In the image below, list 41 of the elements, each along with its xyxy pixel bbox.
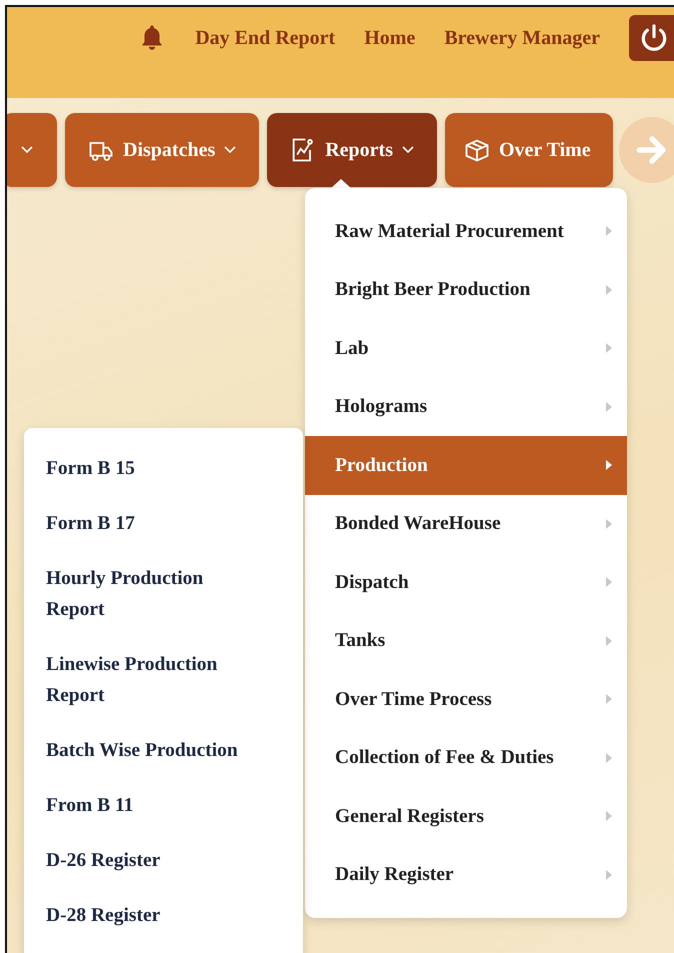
caret-right-icon	[605, 693, 613, 706]
submenu-item[interactable]: From B 11	[24, 778, 303, 833]
power-button[interactable]	[629, 15, 674, 61]
caret-right-icon	[605, 576, 613, 588]
submenu-item[interactable]: Linewise Production Report	[24, 637, 303, 723]
header-link[interactable]: Home	[364, 23, 416, 53]
caret-right-icon	[605, 400, 613, 413]
nav-tab[interactable]	[7, 113, 57, 187]
caret-right-icon	[605, 459, 613, 472]
caret-right-icon	[605, 225, 613, 238]
submenu-item[interactable]: D-28 Register	[24, 888, 303, 943]
menu-item[interactable]: Production	[305, 436, 627, 494]
menu-item[interactable]: Tanks	[305, 612, 627, 670]
header-link[interactable]: Day End Report	[195, 23, 336, 53]
menu-item[interactable]: Holograms	[305, 378, 627, 436]
menu-item[interactable]: Over Time Process	[305, 670, 627, 728]
submenu-item[interactable]: Form B 15	[24, 441, 303, 496]
caret-right-icon	[605, 810, 613, 822]
submenu-item[interactable]: Hourly Production Report	[24, 551, 303, 637]
menu-item[interactable]: Collection of Fee & Duties	[305, 728, 627, 787]
menu-item[interactable]: Bonded WareHouse	[305, 494, 627, 553]
nav-tab[interactable]: Dispatches	[65, 113, 260, 187]
menu-item[interactable]: Lab	[305, 319, 627, 378]
header-link[interactable]: Brewery Manager	[444, 23, 600, 53]
menu-item[interactable]: General Registers	[305, 787, 627, 846]
menu-item[interactable]: Raw Material Procurement	[305, 202, 627, 260]
caret-right-icon	[605, 284, 613, 296]
submenu-item[interactable]: D-26 Register	[24, 833, 303, 888]
nav-tab[interactable]: Over Time	[445, 113, 613, 187]
caret-right-icon	[605, 342, 613, 354]
submenu-item[interactable]: Batch Wise Production	[24, 723, 303, 778]
submenu-item[interactable]: Form B 17	[24, 496, 303, 551]
caret-right-icon	[605, 634, 613, 647]
menu-item[interactable]: Bright Beer Production	[305, 260, 627, 319]
caret-right-icon	[605, 752, 613, 764]
caret-right-icon	[605, 518, 613, 530]
nav-tab[interactable]: Reports	[267, 113, 437, 187]
scroll-right-button[interactable]	[619, 117, 674, 183]
menu-item[interactable]: Daily Register	[305, 846, 627, 904]
menu-item[interactable]: Dispatch	[305, 553, 627, 612]
caret-right-icon	[605, 868, 613, 881]
